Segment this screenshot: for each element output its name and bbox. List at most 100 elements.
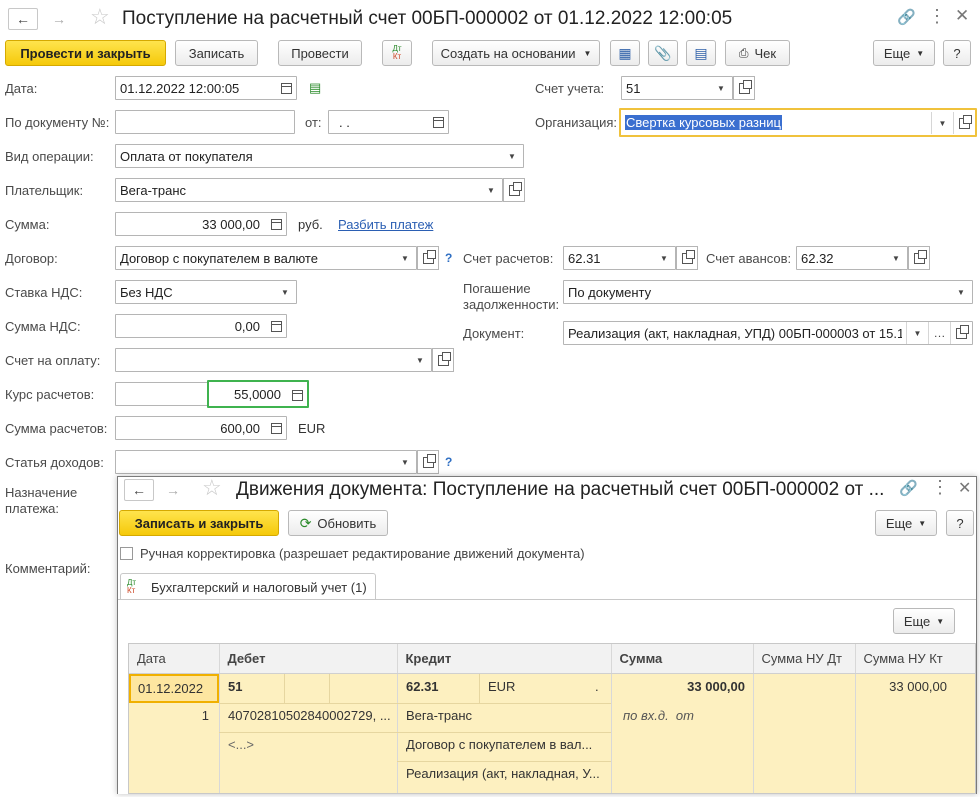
more-button[interactable]: Еще ▼ <box>873 40 935 66</box>
sum-field[interactable]: 33 000,00 <box>115 212 287 236</box>
vat-rate-select[interactable]: Без НДС ▼ <box>115 280 297 304</box>
payer-open-button[interactable] <box>503 178 525 202</box>
doc-no-field[interactable] <box>115 110 295 134</box>
chevron-down-icon[interactable]: ▼ <box>409 349 431 371</box>
table-more-button[interactable]: Еще ▼ <box>893 608 955 634</box>
back-button[interactable]: ← <box>124 479 154 501</box>
table-row[interactable]: 01.12.2022 1 51 40702810502840002729, ..… <box>129 674 975 793</box>
select-ellipsis-icon[interactable]: … <box>928 322 950 344</box>
header-nu-dt[interactable]: Сумма НУ Дт <box>753 644 856 674</box>
from-date-field[interactable]: . . <box>328 110 449 134</box>
header-debit[interactable]: Дебет <box>219 644 398 674</box>
dt-kt-button[interactable]: Дт Кт <box>382 40 412 66</box>
settle-sum-field[interactable]: 600,00 <box>115 416 287 440</box>
calculator-icon[interactable] <box>266 417 286 439</box>
header-date[interactable]: Дата <box>129 644 220 674</box>
row-sum: 33 000,00 <box>687 679 745 694</box>
favorite-star-icon[interactable]: ☆ <box>90 4 110 30</box>
income-help-icon[interactable]: ? <box>445 455 452 469</box>
check-button[interactable]: ⎙ Чек <box>725 40 790 66</box>
manual-correction-checkbox[interactable] <box>120 547 133 560</box>
post-button[interactable]: Провести <box>278 40 362 66</box>
attach-button[interactable]: 📎 <box>648 40 678 66</box>
chevron-down-icon[interactable]: ▼ <box>480 179 502 201</box>
calendar-icon[interactable] <box>276 77 296 99</box>
structure-button[interactable]: ▦ <box>610 40 640 66</box>
account-field[interactable]: 51 ▼ <box>621 76 733 100</box>
row-credit-sub2: Договор с покупателем в вал... <box>406 737 593 752</box>
date-label: Дата: <box>5 81 38 96</box>
movements-title: Движения документа: Поступление на расче… <box>236 479 885 500</box>
income-field[interactable]: ▼ <box>115 450 417 474</box>
help-button[interactable]: ? <box>943 40 971 66</box>
dt-kt-icon: Дт Кт <box>127 578 137 595</box>
contract-open-button[interactable] <box>417 246 439 270</box>
chevron-down-icon: ▼ <box>916 48 925 58</box>
more-button[interactable]: Еще ▼ <box>875 510 937 536</box>
chevron-down-icon[interactable]: ▼ <box>501 145 523 167</box>
calculator-icon[interactable] <box>266 315 286 337</box>
chevron-down-icon[interactable]: ▼ <box>394 247 416 269</box>
chevron-down-icon[interactable]: ▼ <box>950 281 972 303</box>
close-icon[interactable]: ✕ <box>958 478 971 498</box>
org-open-button[interactable] <box>953 112 975 134</box>
invoice-open-button[interactable] <box>432 348 454 372</box>
document-open-button[interactable] <box>950 322 972 344</box>
help-button[interactable]: ? <box>946 510 974 536</box>
account-open-button[interactable] <box>733 76 755 100</box>
close-icon[interactable]: ✕ <box>955 6 969 26</box>
advance-acc-field[interactable]: 62.32 ▼ <box>796 246 908 270</box>
chevron-down-icon[interactable]: ▼ <box>906 322 928 344</box>
chevron-down-icon[interactable]: ▼ <box>653 247 675 269</box>
post-and-close-button[interactable]: Провести и закрыть <box>5 40 166 66</box>
create-based-button[interactable]: Создать на основании ▼ <box>432 40 600 66</box>
vat-sum-field[interactable]: 0,00 <box>115 314 287 338</box>
tab-accounting[interactable]: Дт Кт Бухгалтерский и налоговый учет (1) <box>120 573 376 600</box>
repay-select[interactable]: По документу ▼ <box>563 280 973 304</box>
row-date-cell[interactable]: 01.12.2022 <box>129 674 219 703</box>
row-debit-dots: <...> <box>228 737 255 752</box>
menu-dots-icon[interactable]: ⋮ <box>928 6 946 27</box>
favorite-star-icon[interactable]: ☆ <box>202 475 222 501</box>
open-icon <box>422 453 436 468</box>
org-field[interactable]: Свертка курсовых разниц ▼ <box>619 108 977 137</box>
calculator-icon[interactable] <box>287 384 307 406</box>
more-label: Еще <box>885 515 913 531</box>
chevron-down-icon[interactable]: ▼ <box>885 247 907 269</box>
payer-field[interactable]: Вега-транс ▼ <box>115 178 503 202</box>
income-open-button[interactable] <box>417 450 439 474</box>
calendar-icon[interactable] <box>428 111 448 133</box>
forward-button[interactable]: → <box>158 479 188 501</box>
chevron-down-icon[interactable]: ▼ <box>394 451 416 473</box>
chevron-down-icon[interactable]: ▼ <box>274 281 296 303</box>
document-field[interactable]: Реализация (акт, накладная, УПД) 00БП-00… <box>563 321 973 345</box>
link-icon[interactable]: 🔗 <box>897 8 916 26</box>
document-status-icon[interactable]: ▤ <box>309 80 321 96</box>
report-button[interactable]: ▤ <box>686 40 716 66</box>
forward-button[interactable]: → <box>44 8 74 30</box>
settle-acc-field[interactable]: 62.31 ▼ <box>563 246 676 270</box>
chevron-down-icon[interactable]: ▼ <box>931 112 953 134</box>
menu-dots-icon[interactable]: ⋮ <box>931 477 949 498</box>
rate-field[interactable]: 55,0000 <box>207 380 309 408</box>
operation-select[interactable]: Оплата от покупателя ▼ <box>115 144 524 168</box>
row-credit-currency: EUR <box>488 679 516 694</box>
settle-acc-open-button[interactable] <box>676 246 698 270</box>
header-credit[interactable]: Кредит <box>397 644 612 674</box>
header-nu-kt[interactable]: Сумма НУ Кт <box>855 644 975 674</box>
advance-acc-open-button[interactable] <box>908 246 930 270</box>
rate-label: Курс расчетов: <box>5 387 95 402</box>
contract-field[interactable]: Договор с покупателем в валюте ▼ <box>115 246 417 270</box>
link-icon[interactable]: 🔗 <box>899 479 918 497</box>
save-button[interactable]: Записать <box>175 40 258 66</box>
split-payment-link[interactable]: Разбить платеж <box>338 217 433 232</box>
back-button[interactable]: ← <box>8 8 38 30</box>
invoice-field[interactable]: ▼ <box>115 348 432 372</box>
chevron-down-icon[interactable]: ▼ <box>710 77 732 99</box>
header-sum[interactable]: Сумма <box>611 644 754 674</box>
save-and-close-button[interactable]: Записать и закрыть <box>119 510 279 536</box>
date-field[interactable]: 01.12.2022 12:00:05 <box>115 76 297 100</box>
contract-help-icon[interactable]: ? <box>445 251 452 265</box>
refresh-button[interactable]: ⟳ Обновить <box>288 510 388 536</box>
calculator-icon[interactable] <box>266 213 286 235</box>
